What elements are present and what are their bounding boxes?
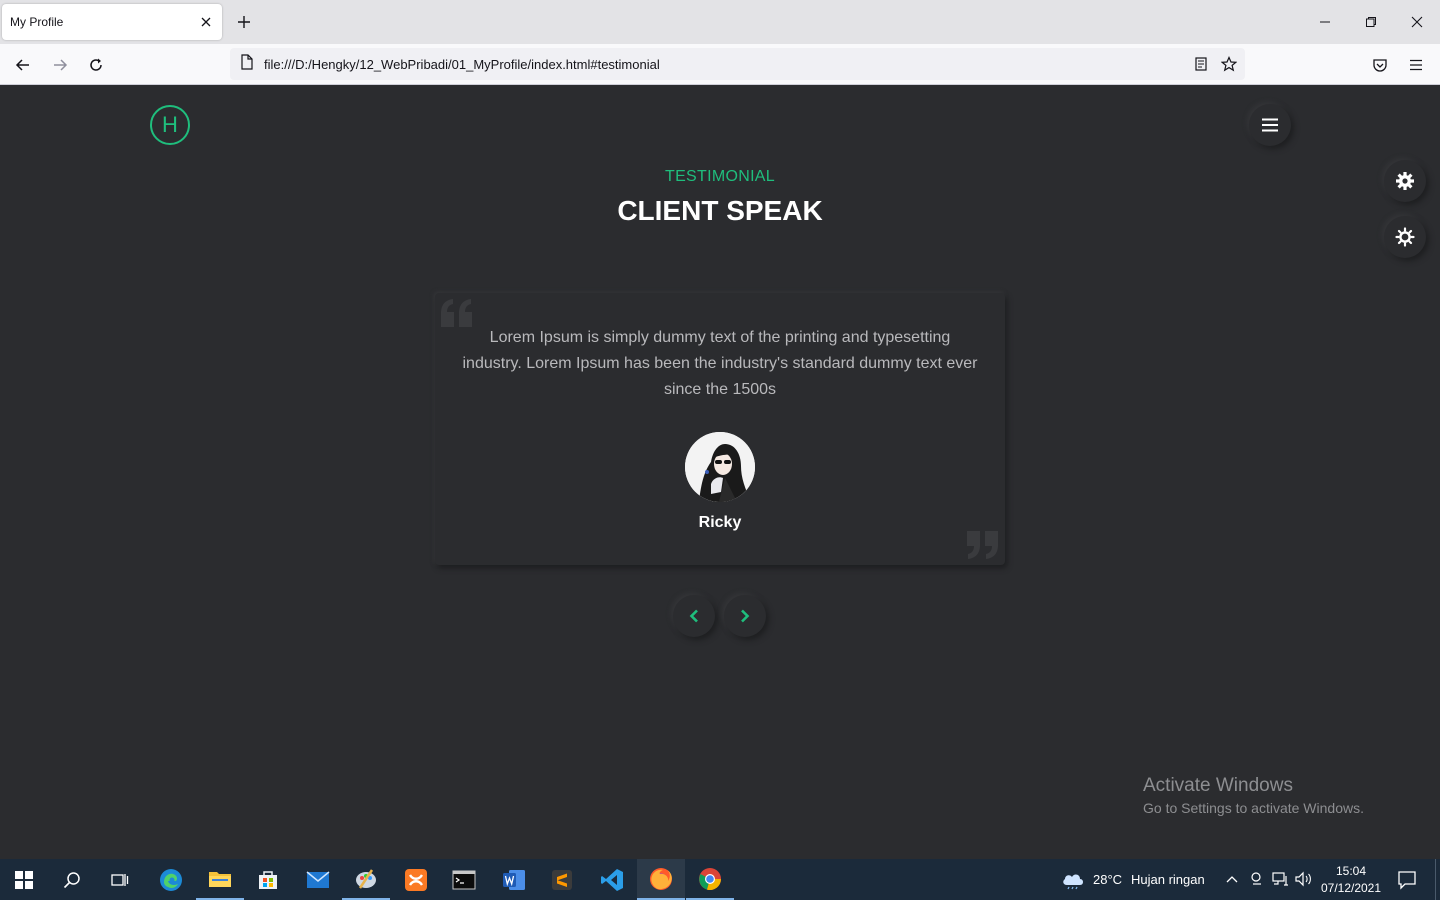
previous-testimonial-button[interactable]: [673, 595, 715, 637]
watermark-subtitle: Go to Settings to activate Windows.: [1143, 800, 1364, 816]
store-icon[interactable]: [244, 859, 292, 900]
search-icon[interactable]: [48, 859, 96, 900]
clock-time: 15:04: [1335, 864, 1367, 878]
pocket-icon[interactable]: [1367, 52, 1393, 78]
mail-icon[interactable]: [294, 859, 342, 900]
windows-taskbar: 28°C Hujan ringan 15:04 07/12/2021: [0, 859, 1440, 900]
logo-letter: H: [162, 112, 178, 137]
tab-title: My Profile: [10, 15, 64, 29]
minimize-icon[interactable]: [1311, 8, 1339, 36]
address-bar[interactable]: file:///D:/Hengky/12_WebPribadi/01_MyPro…: [230, 48, 1245, 80]
reload-icon[interactable]: [83, 52, 109, 78]
browser-toolbar: file:///D:/Hengky/12_WebPribadi/01_MyPro…: [0, 44, 1440, 85]
task-view-icon[interactable]: [96, 859, 144, 900]
sun-icon: [1395, 227, 1415, 247]
site-logo[interactable]: H: [150, 105, 190, 145]
client-avatar: [685, 432, 755, 502]
quote-open-icon: [441, 299, 472, 327]
section-subtitle: TESTIMONIAL: [665, 168, 775, 185]
weather-cloud-icon[interactable]: [1061, 870, 1085, 895]
word-icon[interactable]: [490, 859, 538, 900]
app-menu-icon[interactable]: [1403, 52, 1429, 78]
show-desktop-button[interactable]: [1435, 859, 1440, 900]
vscode-icon[interactable]: [588, 859, 636, 900]
weather-description[interactable]: Hujan ringan: [1131, 872, 1205, 887]
section-title: CLIENT SPEAK: [617, 195, 823, 226]
taskbar-clock[interactable]: 15:04 07/12/2021: [1318, 863, 1384, 897]
quote-close-icon: [967, 531, 998, 559]
chevron-left-icon: [689, 609, 698, 623]
restore-icon[interactable]: [1357, 8, 1385, 36]
paint-icon[interactable]: [342, 859, 390, 900]
watermark-title: Activate Windows: [1143, 775, 1293, 796]
client-name: Ricky: [698, 514, 742, 531]
testimonial-text: Lorem Ipsum is simply dummy text of the …: [462, 329, 978, 398]
next-testimonial-button[interactable]: [724, 595, 766, 637]
chrome-icon[interactable]: [686, 859, 734, 900]
meet-now-icon[interactable]: [1250, 871, 1264, 892]
new-tab-icon[interactable]: [234, 12, 254, 32]
bookmark-star-icon[interactable]: [1215, 50, 1243, 78]
page-viewport: H TESTIMONIAL CLIENT SPEAK Lorem Ipsum i…: [0, 85, 1440, 859]
xampp-icon[interactable]: [392, 859, 440, 900]
testimonial-card: Lorem Ipsum is simply dummy text of the …: [435, 293, 1005, 565]
tab-close-icon[interactable]: [198, 14, 214, 30]
terminal-icon[interactable]: [440, 859, 488, 900]
firefox-icon[interactable]: [637, 859, 685, 900]
network-icon[interactable]: [1272, 871, 1290, 892]
browser-tab[interactable]: My Profile: [2, 4, 222, 40]
window-close-icon[interactable]: [1403, 8, 1431, 36]
reader-view-icon[interactable]: [1187, 50, 1215, 78]
notification-center-icon[interactable]: [1397, 870, 1417, 895]
start-windows-icon[interactable]: [0, 859, 48, 900]
chevron-right-icon: [741, 609, 750, 623]
hamburger-icon: [1262, 118, 1278, 132]
sublime-text-icon[interactable]: [538, 859, 586, 900]
volume-icon[interactable]: [1295, 871, 1313, 892]
file-explorer-icon[interactable]: [196, 859, 244, 900]
forward-arrow-icon[interactable]: [47, 52, 73, 78]
chevron-up-icon[interactable]: [1225, 872, 1239, 891]
edge-icon[interactable]: [147, 859, 195, 900]
weather-temperature[interactable]: 28°C: [1093, 872, 1122, 887]
hamburger-menu-button[interactable]: [1249, 104, 1291, 146]
activate-windows-watermark: Activate Windows Go to Settings to activ…: [1143, 775, 1364, 816]
clock-date: 07/12/2021: [1320, 881, 1382, 895]
browser-tab-bar: My Profile: [0, 0, 1440, 44]
back-arrow-icon[interactable]: [10, 52, 36, 78]
url-text: file:///D:/Hengky/12_WebPribadi/01_MyPro…: [264, 56, 660, 72]
page-icon: [240, 53, 254, 75]
